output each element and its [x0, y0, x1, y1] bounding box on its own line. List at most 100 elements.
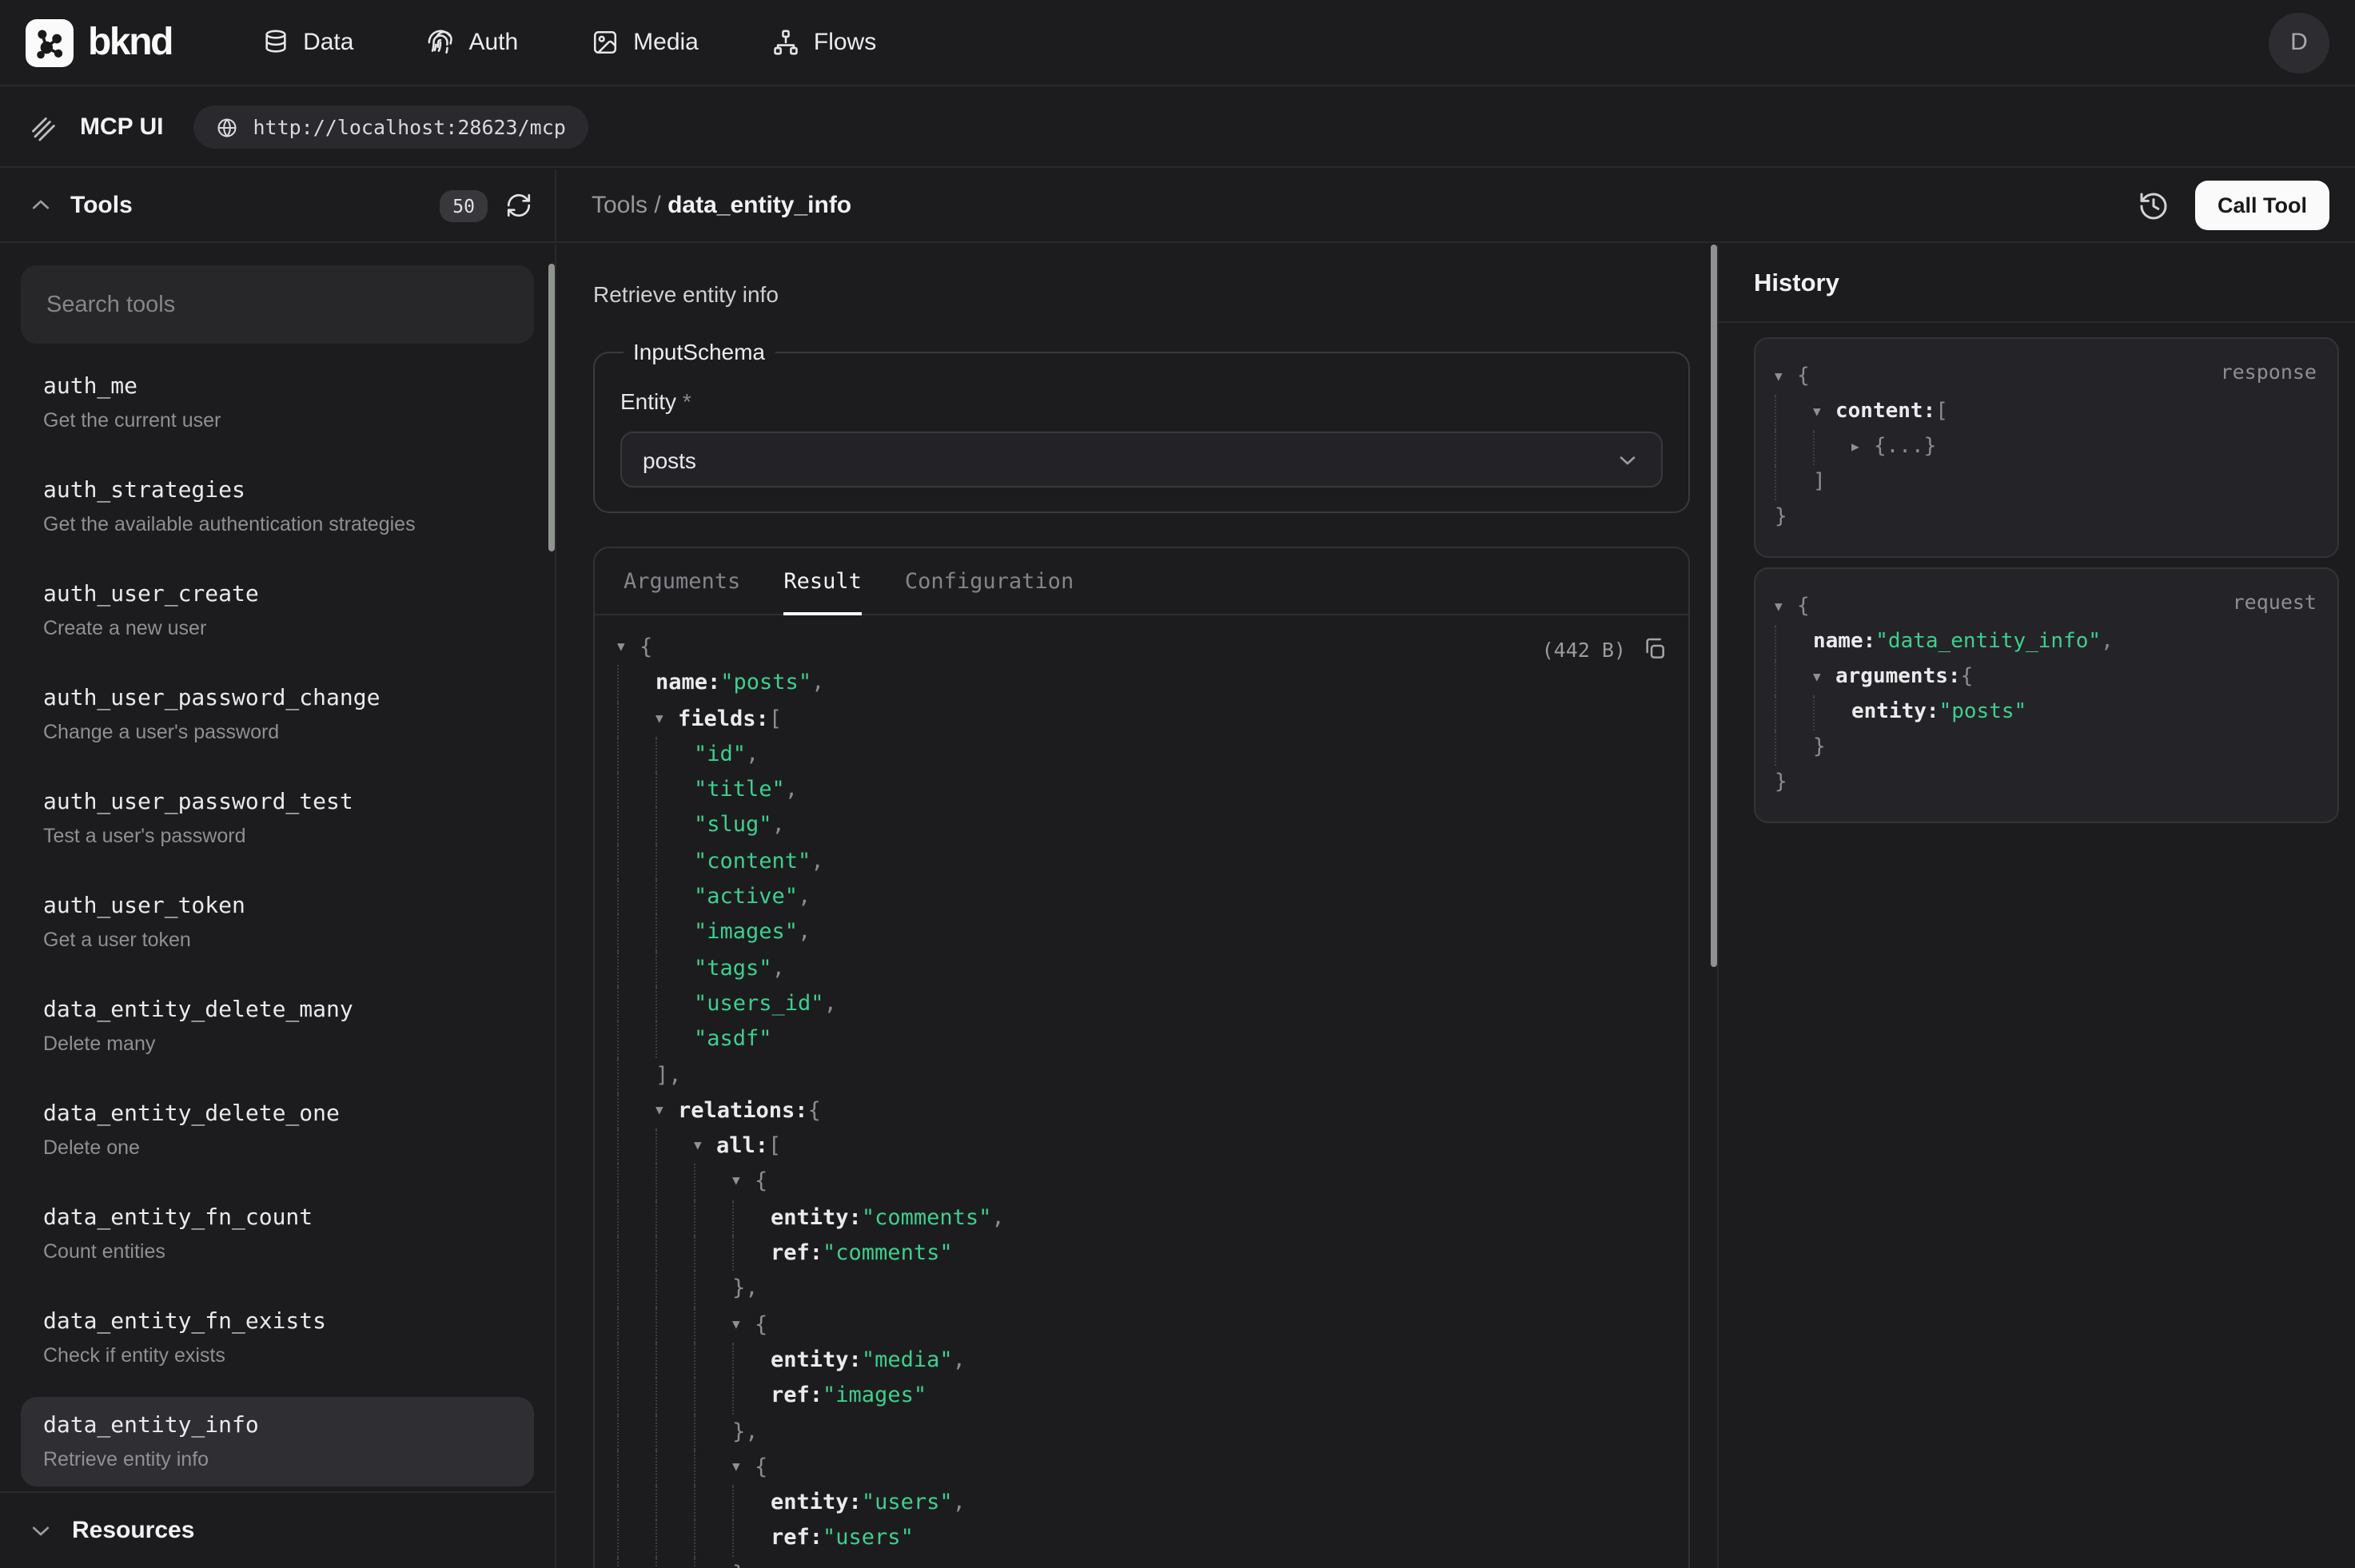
json-punct: { — [1961, 660, 1974, 695]
json-line: ] — [1775, 465, 2318, 500]
json-comma: , — [745, 1414, 758, 1450]
tool-list-item[interactable]: data_entity_fn_existsCheck if entity exi… — [21, 1293, 534, 1383]
tab-result[interactable]: Result — [783, 548, 862, 614]
tool-name: auth_user_create — [43, 582, 512, 607]
tools-header-label: Tools — [70, 192, 133, 219]
indent-guide — [617, 1307, 655, 1343]
tool-name: data_entity_delete_many — [43, 997, 512, 1023]
nav-item-media[interactable]: Media — [592, 29, 699, 56]
tool-list-item[interactable]: data_entity_infoRetrieve entity info — [21, 1397, 534, 1486]
json-line: "slug", — [617, 808, 1669, 844]
input-schema-fieldset: InputSchema Entity * posts — [593, 339, 1690, 513]
json-line: }, — [617, 1272, 1669, 1307]
tool-list-item[interactable]: auth_user_password_changeChange a user's… — [21, 670, 534, 759]
json-key: relations: — [678, 1093, 808, 1129]
expander-icon[interactable]: ▼ — [655, 701, 678, 737]
indent-guide — [617, 1164, 655, 1200]
search-input[interactable] — [21, 265, 534, 344]
tool-description: Change a user's password — [43, 721, 512, 743]
indent-guide — [617, 772, 655, 808]
tool-list-item[interactable]: auth_user_tokenGet a user token — [21, 878, 534, 967]
tool-description: Count entities — [43, 1240, 512, 1263]
tool-list-item[interactable]: data_entity_fn_countCount entities — [21, 1189, 534, 1279]
tool-list-item[interactable]: auth_strategiesGet the available authent… — [21, 462, 534, 551]
history-entry-card: response▼{▼content: [▶{...}]} — [1754, 337, 2339, 558]
tab-arguments[interactable]: Arguments — [624, 548, 740, 614]
tool-name: auth_me — [43, 374, 512, 400]
indent-guide — [655, 772, 694, 808]
tool-list-item[interactable]: data_entity_delete_manyDelete many — [21, 981, 534, 1071]
expander-icon[interactable]: ▼ — [732, 1307, 755, 1343]
chevron-down-icon — [1615, 447, 1640, 472]
json-punct: ] — [1813, 465, 1826, 500]
breadcrumb-separator: / — [648, 192, 667, 219]
indent-guide — [732, 1343, 771, 1379]
json-punct: ] — [655, 1057, 668, 1093]
indent-guide — [1775, 430, 1813, 465]
result-size: (442 B) — [1542, 637, 1626, 661]
nav-item-label: Flows — [814, 29, 876, 56]
json-line: } — [1775, 500, 2318, 535]
nav-item-data[interactable]: Data — [261, 29, 353, 56]
indent-guide — [617, 1057, 655, 1093]
json-line: entity: "users", — [617, 1485, 1669, 1521]
expander-icon[interactable]: ▼ — [1813, 395, 1835, 430]
indent-guide — [655, 1022, 694, 1058]
json-comma: , — [798, 879, 811, 915]
expander-icon[interactable]: ▼ — [1813, 660, 1835, 695]
sidebar-scrollbar-thumb[interactable] — [548, 264, 555, 551]
main-scrollbar-thumb[interactable] — [1711, 245, 1717, 967]
indent-guide — [655, 986, 694, 1022]
indent-guide — [655, 1343, 694, 1379]
indent-guide — [655, 1556, 694, 1568]
bknd-logo[interactable]: bknd — [26, 18, 172, 66]
expander-icon[interactable]: ▼ — [655, 1093, 678, 1129]
top-navigation-bar: bknd Data Auth — [0, 0, 2355, 86]
indent-guide — [694, 1200, 732, 1236]
entity-select-value: posts — [643, 447, 696, 472]
expander-icon[interactable]: ▼ — [1775, 360, 1797, 395]
indent-guide — [617, 844, 655, 880]
refresh-tools-button[interactable] — [505, 192, 532, 219]
json-key: entity: — [771, 1343, 862, 1379]
nav-item-flows[interactable]: Flows — [772, 29, 876, 56]
result-json-viewer: (442 B) ▼{name: "posts",▼fields: ["id","… — [595, 615, 1688, 1568]
nav-item-auth[interactable]: Auth — [427, 29, 518, 56]
expander-icon[interactable]: ▼ — [1775, 590, 1797, 625]
indent-guide — [655, 808, 694, 844]
copy-result-button[interactable] — [1642, 636, 1668, 662]
user-avatar[interactable]: D — [2269, 12, 2329, 73]
indent-guide — [655, 1307, 694, 1343]
json-punct: } — [732, 1272, 745, 1307]
json-line: ▼content: [ — [1775, 395, 2318, 430]
json-comma: , — [798, 915, 811, 951]
expander-icon[interactable]: ▶ — [1851, 430, 1874, 465]
collapse-tools-button[interactable] — [29, 193, 53, 217]
tool-list-item[interactable]: auth_meGet the current user — [21, 358, 534, 448]
workflow-icon — [772, 29, 799, 56]
breadcrumb-section[interactable]: Tools — [592, 192, 648, 219]
server-url-pill[interactable]: http://localhost:28623/mcp — [193, 105, 588, 149]
history-toggle-button[interactable] — [2138, 189, 2170, 221]
indent-guide — [694, 1343, 732, 1379]
bknd-logo-icon — [26, 18, 74, 66]
expander-icon[interactable]: ▼ — [732, 1164, 755, 1200]
tab-configuration[interactable]: Configuration — [905, 548, 1074, 614]
json-comma: , — [2101, 625, 2114, 660]
tool-list-item[interactable]: data_entity_delete_oneDelete one — [21, 1085, 534, 1175]
json-string: "slug" — [694, 808, 772, 844]
json-string: "asdf" — [694, 1022, 772, 1058]
expander-icon[interactable]: ▼ — [617, 630, 640, 666]
json-line: "active", — [617, 879, 1669, 915]
expander-icon[interactable]: ▼ — [694, 1128, 716, 1164]
expander-icon[interactable]: ▼ — [732, 1450, 755, 1486]
indent-guide — [655, 1414, 694, 1450]
call-tool-button[interactable]: Call Tool — [2195, 181, 2329, 230]
resources-section-header[interactable]: Resources — [0, 1491, 555, 1568]
tool-list-item[interactable]: auth_user_password_testTest a user's pas… — [21, 774, 534, 863]
indent-guide — [1775, 695, 1813, 730]
tool-name: auth_strategies — [43, 478, 512, 503]
tool-list-item[interactable]: auth_user_createCreate a new user — [21, 566, 534, 655]
json-line: ▼{ — [617, 1164, 1669, 1200]
entity-select[interactable]: posts — [620, 432, 1663, 488]
